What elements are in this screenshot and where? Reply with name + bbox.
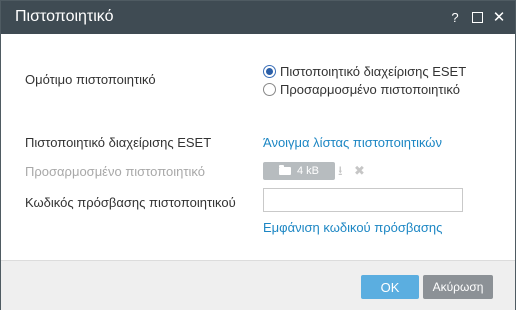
certificate-password-label: Κωδικός πρόσβασης πιστοποιητικού [25,195,236,210]
delete-icon[interactable]: ✖ [354,164,365,177]
peer-certificate-label: Ομότιμο πιστοποιητικό [25,72,156,87]
folder-icon [278,165,291,175]
certificate-dialog: Πιστοποιητικό ? ✕ Ομότιμο πιστοποιητικό … [0,0,516,310]
upload-certificate-button[interactable]: 4 kB [263,162,335,180]
radio-button-selected[interactable] [263,65,276,78]
radio-button-unselected[interactable] [263,83,276,96]
upload-size: 4 kB [296,165,319,177]
certificate-password-input[interactable] [263,188,463,212]
cancel-button[interactable]: Ακύρωση [423,275,493,299]
maximize-icon[interactable] [469,8,485,26]
window-controls: ? ✕ [447,8,507,26]
show-password-link[interactable]: Εμφάνιση κωδικού πρόσβασης [263,220,442,235]
radio-custom-certificate[interactable]: Προσαρμοσμένο πιστοποιητικό [263,82,460,97]
custom-certificate-label: Προσαρμοσμένο πιστοποιητικό [25,164,205,179]
download-icon[interactable]: ⭳ [338,164,343,177]
eset-certificate-label: Πιστοποιητικό διαχείρισης ESET [25,135,212,150]
close-icon[interactable]: ✕ [491,8,507,26]
title-bar: Πιστοποιητικό ? ✕ [1,1,515,34]
ok-button[interactable]: OK [361,275,419,299]
help-icon[interactable]: ? [447,8,463,26]
radio-eset-certificate[interactable]: Πιστοποιητικό διαχείρισης ESET [263,64,466,79]
radio-eset-certificate-label: Πιστοποιητικό διαχείρισης ESET [280,64,467,79]
dialog-title: Πιστοποιητικό [15,8,114,25]
radio-custom-certificate-label: Προσαρμοσμένο πιστοποιητικό [280,82,460,97]
open-certificate-list-link[interactable]: Άνοιγμα λίστας πιστοποιητικών [263,135,442,150]
